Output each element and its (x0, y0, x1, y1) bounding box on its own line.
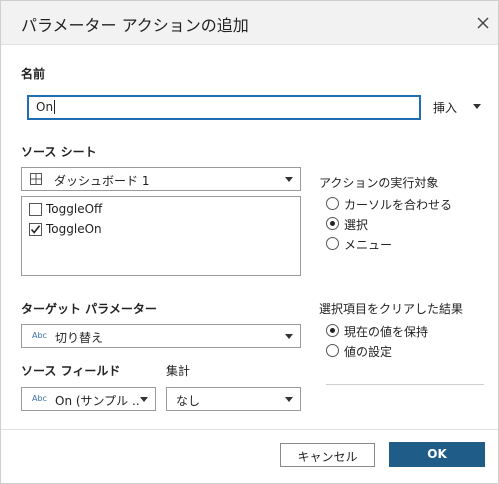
radio-button[interactable] (326, 217, 339, 230)
name-label: 名前 (21, 67, 46, 81)
source-sheet-label: ソース シート (21, 145, 97, 159)
source-field-dropdown[interactable]: Abc On (サンプル ... (21, 387, 156, 411)
text-caret (54, 100, 56, 114)
target-parameter-selected: 切り替え (55, 331, 104, 345)
insert-label: 挿入 (433, 101, 458, 115)
chevron-down-icon (285, 177, 293, 182)
chevron-down-icon (285, 397, 293, 402)
radio-label: 選択 (344, 218, 369, 232)
dashboard-icon (30, 173, 42, 188)
radio-button[interactable] (326, 324, 339, 337)
sheet-checkbox[interactable] (29, 203, 42, 216)
chevron-down-icon (285, 334, 293, 339)
sheet-item-label: ToggleOn (46, 222, 102, 236)
source-sheet-selected: ダッシュボード 1 (54, 174, 150, 188)
radio-button[interactable] (326, 344, 339, 357)
sheet-list: ToggleOff ToggleOn (21, 196, 301, 276)
insert-menu-button[interactable]: 挿入 (433, 99, 481, 116)
radio-label: カーソルを合わせる (344, 198, 453, 212)
sheet-item-label: ToggleOff (46, 202, 103, 216)
radio-selected-dot (330, 328, 335, 333)
target-parameter-label: ターゲット パラメーター (21, 302, 157, 316)
aggregation-dropdown[interactable]: なし (166, 387, 301, 411)
source-sheet-dropdown[interactable]: ダッシュボード 1 (21, 167, 301, 191)
clearing-selection-label: 選択項目をクリアした結果 (319, 302, 464, 316)
name-input-value: On (36, 100, 54, 114)
string-type-icon: Abc (32, 394, 47, 403)
footer-divider (1, 429, 498, 430)
chevron-down-icon (473, 104, 481, 109)
run-action-on-label: アクションの実行対象 (319, 176, 439, 190)
chevron-down-icon (140, 397, 148, 402)
target-parameter-dropdown[interactable]: Abc 切り替え (21, 324, 301, 348)
close-icon[interactable] (472, 12, 494, 34)
cancel-button[interactable]: キャンセル (280, 443, 375, 467)
sheet-checkbox[interactable] (29, 223, 42, 236)
dialog-window: パラメーター アクションの追加 名前 On 挿入 ソース シート ダッシュボード… (0, 0, 499, 484)
radio-label: 値の設定 (344, 345, 393, 359)
radio-button[interactable] (326, 237, 339, 250)
radio-label: メニュー (344, 238, 393, 252)
ok-button[interactable]: OK (389, 442, 485, 467)
radio-button[interactable] (326, 197, 339, 210)
name-input[interactable]: On (27, 95, 421, 120)
source-field-label: ソース フィールド (21, 364, 121, 378)
aggregation-label: 集計 (166, 364, 191, 378)
string-type-icon: Abc (32, 331, 47, 340)
radio-selected-dot (330, 221, 335, 226)
source-field-selected: On (サンプル ... (55, 394, 139, 408)
radio-label: 現在の値を保持 (344, 325, 429, 339)
section-divider (326, 384, 484, 385)
checkmark-icon (30, 225, 41, 234)
title-bar: パラメーター アクションの追加 (1, 1, 498, 45)
dialog-title: パラメーター アクションの追加 (21, 16, 249, 35)
aggregation-selected: なし (176, 394, 201, 408)
